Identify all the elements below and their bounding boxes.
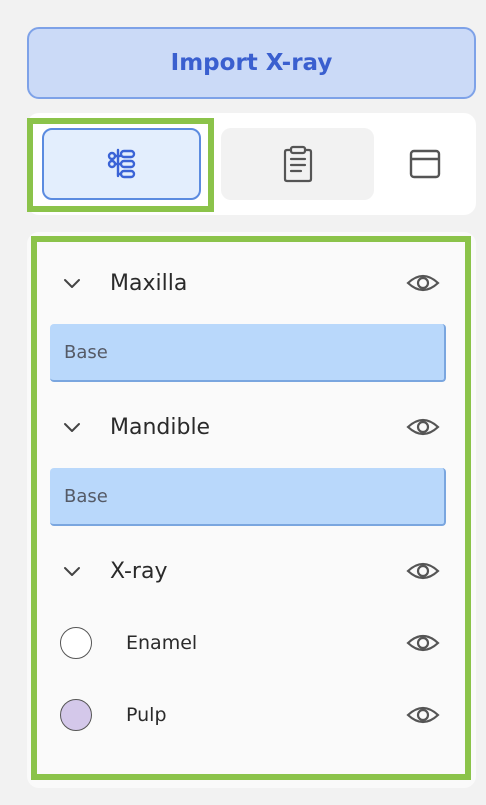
layer-item-label: Pulp bbox=[126, 704, 167, 726]
window-panel-icon bbox=[409, 149, 441, 179]
chevron-down-icon[interactable] bbox=[60, 271, 84, 295]
eye-icon[interactable] bbox=[406, 413, 440, 441]
layer-base-maxilla[interactable]: Base bbox=[50, 324, 446, 382]
chevron-down-icon[interactable] bbox=[60, 415, 84, 439]
layer-group-xray[interactable]: X-ray bbox=[50, 546, 450, 596]
import-xray-button[interactable]: Import X-ray bbox=[27, 27, 476, 99]
eye-icon[interactable] bbox=[406, 269, 440, 297]
color-swatch[interactable] bbox=[60, 699, 92, 731]
layer-item-label: Enamel bbox=[126, 632, 198, 654]
tab-layers[interactable] bbox=[42, 128, 201, 200]
eye-icon[interactable] bbox=[406, 557, 440, 585]
layer-group-label: X-ray bbox=[110, 558, 168, 584]
layer-group-label: Maxilla bbox=[110, 270, 188, 296]
layer-item-enamel[interactable]: Enamel bbox=[50, 618, 450, 668]
layer-group-mandible[interactable]: Mandible bbox=[50, 402, 450, 452]
layer-base-mandible[interactable]: Base bbox=[50, 468, 446, 526]
layers-tree-icon bbox=[107, 148, 135, 179]
layer-group-maxilla[interactable]: Maxilla bbox=[50, 258, 450, 308]
eye-icon[interactable] bbox=[406, 701, 440, 729]
chevron-down-icon[interactable] bbox=[60, 559, 84, 583]
color-swatch[interactable] bbox=[60, 627, 92, 659]
eye-icon[interactable] bbox=[406, 629, 440, 657]
layer-group-label: Mandible bbox=[110, 414, 211, 440]
tab-panel[interactable] bbox=[390, 128, 460, 200]
clipboard-icon bbox=[283, 145, 312, 183]
tab-notes[interactable] bbox=[221, 128, 374, 200]
layer-item-pulp[interactable]: Pulp bbox=[50, 690, 450, 740]
